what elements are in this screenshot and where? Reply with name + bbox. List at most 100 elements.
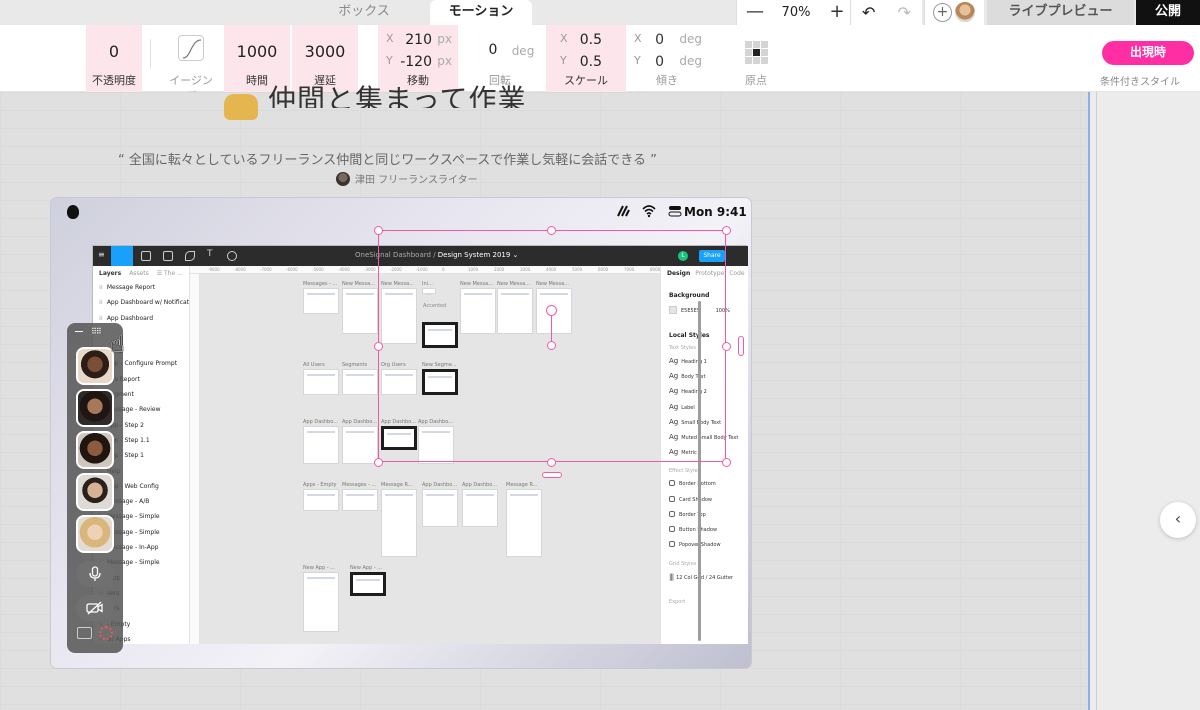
- zoom-out-button[interactable]: —: [737, 0, 773, 25]
- frame-title[interactable]: Segments: [342, 362, 367, 368]
- easing-curve-icon[interactable]: [178, 35, 204, 61]
- frame-title[interactable]: Message R...: [381, 482, 413, 488]
- camera-off-icon[interactable]: [76, 595, 114, 621]
- shape-tool-icon[interactable]: [163, 251, 173, 261]
- move-x-value[interactable]: 210: [405, 32, 432, 48]
- opacity-field[interactable]: 0 不透明度: [86, 25, 142, 92]
- layer-item[interactable]: Message Report: [93, 280, 189, 295]
- publish-button[interactable]: 公開: [1136, 0, 1200, 25]
- canvas-frame[interactable]: [303, 572, 339, 632]
- minimize-icon[interactable]: [75, 331, 83, 332]
- move-y-value[interactable]: -120: [400, 54, 432, 70]
- page-selector[interactable]: ☰ The ...: [157, 270, 183, 277]
- participant-avatar[interactable]: [76, 347, 114, 385]
- bottom-drag-pill[interactable]: [542, 472, 562, 478]
- text-tool-icon[interactable]: T: [207, 249, 217, 259]
- canvas-frame[interactable]: [506, 489, 542, 557]
- export-title[interactable]: Export: [661, 585, 748, 608]
- resize-handle-mr[interactable]: [722, 342, 731, 351]
- frame-title[interactable]: Messages - ...: [342, 482, 376, 488]
- conditional-style-label[interactable]: 条件付きスタイル: [1100, 73, 1180, 88]
- effect-style-item[interactable]: Border Top: [661, 508, 748, 523]
- delay-value[interactable]: 3000: [292, 42, 358, 61]
- microphone-icon[interactable]: [76, 561, 114, 587]
- participant-avatar[interactable]: [76, 515, 114, 553]
- skew-y-value[interactable]: 0: [655, 54, 664, 70]
- resize-handle-bc[interactable]: [547, 458, 556, 467]
- live-preview-button[interactable]: ライブプレビュー: [987, 0, 1134, 25]
- canvas-frame[interactable]: [342, 288, 378, 334]
- scale-y-value[interactable]: 0.5: [580, 54, 602, 70]
- layers-tab[interactable]: Layers: [99, 270, 121, 277]
- zoom-level[interactable]: 70%: [773, 0, 819, 25]
- frame-title[interactable]: New Messa...: [342, 281, 375, 287]
- duration-value[interactable]: 1000: [224, 42, 290, 61]
- grid-handle-icon[interactable]: ⠿⠿: [91, 327, 102, 336]
- chevron-left-icon[interactable]: ‹: [1160, 502, 1196, 538]
- effect-style-item[interactable]: Button Shadow: [661, 523, 748, 538]
- resize-handle-bl[interactable]: [374, 458, 383, 467]
- canvas-frame[interactable]: [350, 572, 386, 596]
- canvas-frame[interactable]: [342, 369, 378, 395]
- canvas-frame[interactable]: [303, 489, 339, 511]
- frame-title[interactable]: App Dashbo...: [342, 419, 377, 425]
- canvas-frame[interactable]: [422, 489, 458, 527]
- move-tool-icon[interactable]: [111, 246, 133, 266]
- motion-origin-handle[interactable]: [546, 305, 557, 316]
- add-collaborator-button[interactable]: +: [933, 3, 952, 22]
- screen-share-icon[interactable]: [77, 627, 92, 639]
- user-avatar[interactable]: [954, 1, 976, 23]
- canvas-frame[interactable]: [303, 426, 339, 464]
- participant-avatar[interactable]: [76, 389, 114, 427]
- resize-handle-tl[interactable]: [374, 226, 383, 235]
- testimonial-author[interactable]: 津田 フリーランスライター: [336, 171, 478, 186]
- comment-tool-icon[interactable]: [227, 251, 237, 261]
- menu-icon[interactable]: ≡: [98, 250, 108, 260]
- canvas-frame[interactable]: [381, 489, 417, 557]
- resize-handle-br[interactable]: [722, 458, 731, 467]
- frame-title[interactable]: Message R...: [506, 482, 538, 488]
- easing-field[interactable]: イージング: [164, 25, 218, 103]
- page-heading[interactable]: 仲間と集まって作業: [268, 78, 526, 108]
- frame-title[interactable]: New App - ...: [303, 565, 335, 571]
- canvas-frame[interactable]: [342, 489, 378, 511]
- trigger-appear-button[interactable]: 出現時: [1102, 41, 1194, 65]
- effect-style-item[interactable]: Border Bottom: [661, 477, 748, 492]
- tab-box[interactable]: ボックス: [300, 0, 428, 25]
- resize-handle-tr[interactable]: [722, 226, 731, 235]
- frame-title[interactable]: App Dashbo...: [422, 482, 457, 488]
- tab-motion[interactable]: モーション: [430, 0, 532, 25]
- effect-style-item[interactable]: Popover Shadow: [661, 538, 748, 553]
- effect-style-item[interactable]: Card Shadow: [661, 493, 748, 508]
- scale-x-value[interactable]: 0.5: [580, 32, 602, 48]
- frame-title[interactable]: New App - ...: [350, 565, 382, 571]
- canvas-frame[interactable]: [303, 369, 339, 395]
- frame-title[interactable]: App Dashbo...: [303, 419, 338, 425]
- frame-tool-icon[interactable]: [141, 251, 151, 261]
- opacity-value[interactable]: 0: [86, 42, 142, 61]
- record-icon[interactable]: [99, 626, 113, 640]
- code-tab[interactable]: Code: [729, 270, 744, 277]
- layer-item[interactable]: App Dashboard w/ Notificat...: [93, 295, 189, 310]
- canvas-frame[interactable]: [462, 489, 498, 527]
- skew-x-value[interactable]: 0: [655, 32, 664, 48]
- redo-button[interactable]: ↷: [887, 0, 923, 25]
- grid-style-item[interactable]: ||| 12 Col Grid / 24 Gutter: [661, 570, 748, 585]
- resize-handle-tc[interactable]: [547, 226, 556, 235]
- frame-title[interactable]: Messages - ...: [303, 281, 337, 287]
- testimonial-quote[interactable]: “ 全国に転々としているフリーランス仲間と同じワークスペースで作業し気軽に会話で…: [118, 149, 657, 168]
- pen-tool-icon[interactable]: [185, 251, 195, 261]
- canvas-frame[interactable]: [303, 288, 339, 314]
- undo-button[interactable]: ↶: [851, 0, 887, 25]
- participant-avatar[interactable]: [76, 431, 114, 469]
- frame-title[interactable]: All Users: [303, 362, 325, 368]
- resize-handle-ml[interactable]: [374, 342, 383, 351]
- frame-title[interactable]: Apps - Empty: [303, 482, 336, 488]
- motion-target-handle[interactable]: [547, 341, 556, 350]
- side-drag-pill[interactable]: [738, 336, 744, 356]
- assets-tab[interactable]: Assets: [129, 270, 149, 277]
- participant-avatar[interactable]: [76, 473, 114, 511]
- canvas-frame[interactable]: [342, 426, 378, 464]
- frame-title[interactable]: App Dashbo...: [462, 482, 497, 488]
- move-x-axis: X: [386, 32, 394, 45]
